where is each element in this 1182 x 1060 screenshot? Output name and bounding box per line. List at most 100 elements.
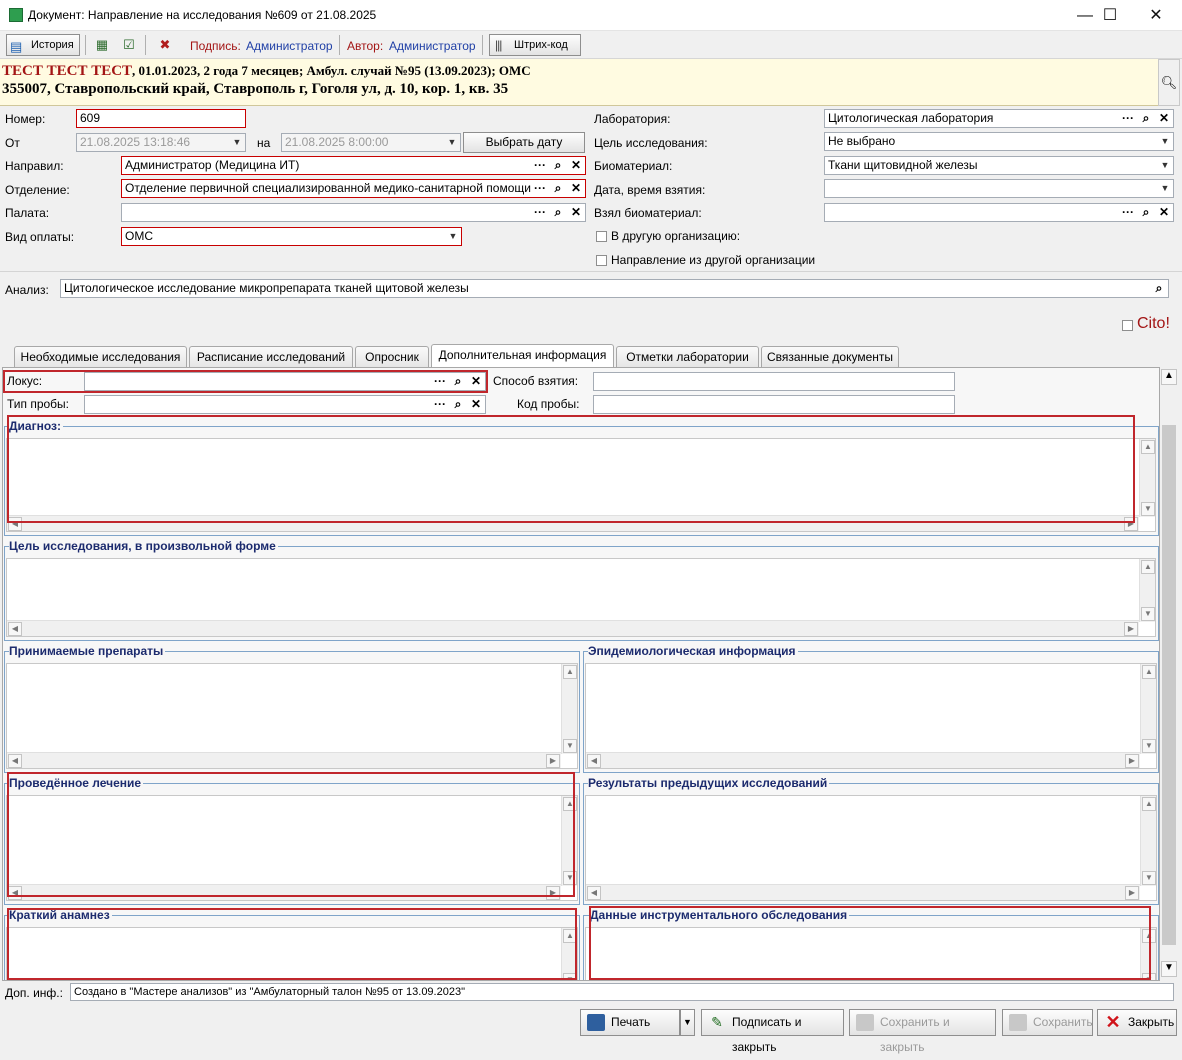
tab-questionnaire[interactable]: Опросник bbox=[355, 346, 429, 367]
scroll-thumb[interactable] bbox=[1162, 425, 1176, 945]
sample-code-input[interactable] bbox=[593, 395, 955, 414]
ellipsis-icon[interactable]: ··· bbox=[1119, 110, 1137, 127]
scroll-left-icon[interactable]: ◀ bbox=[587, 886, 601, 900]
choose-date-button[interactable]: Выбрать дату bbox=[463, 132, 585, 153]
close-window-button[interactable]: ✕ bbox=[1133, 0, 1179, 31]
scroll-left-icon[interactable]: ◀ bbox=[8, 622, 22, 636]
sample-type-input[interactable]: ··· ⌕ ✕ bbox=[84, 395, 486, 414]
tab-required-studies[interactable]: Необходимые исследования bbox=[14, 346, 187, 367]
chevron-down-icon[interactable]: ▼ bbox=[229, 134, 245, 151]
department-input[interactable]: Отделение первичной специализированной м… bbox=[121, 179, 586, 198]
history-button[interactable]: ▤ История bbox=[6, 34, 80, 56]
extra-info-input[interactable]: Создано в "Мастере анализов" из "Амбулат… bbox=[70, 983, 1174, 1001]
scroll-right-icon[interactable]: ▶ bbox=[1124, 622, 1138, 636]
horizontal-scrollbar[interactable]: ◀ ▶ bbox=[7, 620, 1139, 636]
clear-icon[interactable]: ✕ bbox=[1155, 110, 1173, 127]
ellipsis-icon[interactable]: ··· bbox=[1119, 204, 1137, 221]
vertical-scrollbar[interactable]: ▲ ▼ bbox=[1140, 664, 1156, 754]
patient-search-button[interactable]: 🔍︎ bbox=[1158, 59, 1180, 106]
chevron-down-icon[interactable]: ▼ bbox=[445, 228, 461, 245]
scroll-down-icon[interactable]: ▼ bbox=[1142, 871, 1156, 885]
scroll-right-icon[interactable]: ▶ bbox=[1125, 754, 1139, 768]
ellipsis-icon[interactable]: ··· bbox=[531, 204, 549, 221]
clear-icon[interactable]: ✕ bbox=[567, 157, 585, 174]
scroll-up-icon[interactable]: ▲ bbox=[1161, 369, 1177, 385]
sent-by-input[interactable]: Администратор (Медицина ИТ) ··· ⌕ ✕ bbox=[121, 156, 586, 175]
ellipsis-icon[interactable]: ··· bbox=[431, 396, 449, 413]
scroll-down-icon[interactable]: ▼ bbox=[1141, 502, 1155, 516]
search-icon[interactable]: ⌕ bbox=[549, 157, 567, 174]
scroll-left-icon[interactable]: ◀ bbox=[8, 754, 22, 768]
table-icon[interactable]: ▦ bbox=[91, 34, 113, 56]
taken-by-input[interactable]: ··· ⌕ ✕ bbox=[824, 203, 1174, 222]
take-datetime-select[interactable]: ▼ bbox=[824, 179, 1174, 198]
save-button[interactable]: Сохранить bbox=[1002, 1009, 1093, 1036]
method-input[interactable] bbox=[593, 372, 955, 391]
scroll-down-icon[interactable]: ▼ bbox=[1161, 961, 1177, 977]
scroll-up-icon[interactable]: ▲ bbox=[1142, 797, 1156, 811]
tab-additional-info[interactable]: Дополнительная информация bbox=[431, 344, 614, 367]
scroll-right-icon[interactable]: ▶ bbox=[546, 754, 560, 768]
scroll-up-icon[interactable]: ▲ bbox=[1141, 440, 1155, 454]
other-org-checkbox[interactable] bbox=[596, 231, 607, 242]
maximize-button[interactable]: ☐ bbox=[1087, 0, 1133, 31]
scroll-down-icon[interactable]: ▼ bbox=[1141, 607, 1155, 621]
close-button[interactable]: ✕ Закрыть bbox=[1097, 1009, 1177, 1036]
analysis-input[interactable]: Цитологическое исследование микропрепара… bbox=[60, 279, 1169, 298]
save-and-close-button[interactable]: Сохранить и закрыть bbox=[849, 1009, 996, 1054]
drugs-textarea[interactable]: ▲ ▼ ◀ ▶ bbox=[6, 663, 578, 769]
barcode-button[interactable]: ||| Штрих-код bbox=[489, 34, 581, 56]
horizontal-scrollbar[interactable]: ◀ ▶ bbox=[586, 884, 1140, 900]
horizontal-scrollbar[interactable]: ◀ ▶ bbox=[586, 752, 1140, 768]
tab-lab-marks[interactable]: Отметки лаборатории bbox=[616, 346, 759, 367]
goal-free-textarea[interactable]: ▲ ▼ ◀ ▶ bbox=[6, 558, 1156, 637]
clear-icon[interactable]: ✕ bbox=[567, 204, 585, 221]
number-input[interactable]: 609 bbox=[76, 109, 246, 128]
payment-select[interactable]: ОМС ▼ bbox=[121, 227, 462, 246]
lab-input[interactable]: Цитологическая лаборатория ··· ⌕ ✕ bbox=[824, 109, 1174, 128]
scroll-up-icon[interactable]: ▲ bbox=[563, 665, 577, 679]
scroll-right-icon[interactable]: ▶ bbox=[1125, 886, 1139, 900]
scroll-down-icon[interactable]: ▼ bbox=[1142, 739, 1156, 753]
prev-results-textarea[interactable]: ▲ ▼ ◀ ▶ bbox=[585, 795, 1157, 901]
clear-icon[interactable]: ✕ bbox=[567, 180, 585, 197]
scroll-left-icon[interactable]: ◀ bbox=[587, 754, 601, 768]
tab-schedule[interactable]: Расписание исследований bbox=[189, 346, 353, 367]
search-icon[interactable]: ⌕ bbox=[549, 180, 567, 197]
chevron-down-icon[interactable]: ▼ bbox=[444, 134, 460, 151]
sign-and-close-button[interactable]: ✎ Подписать и закрыть bbox=[701, 1009, 844, 1054]
ellipsis-icon[interactable]: ··· bbox=[531, 180, 549, 197]
search-icon[interactable]: ⌕ bbox=[1137, 204, 1155, 221]
delete-document-icon[interactable]: ✖ bbox=[154, 34, 176, 56]
print-button[interactable]: Печать bbox=[580, 1009, 680, 1036]
clear-icon[interactable]: ✕ bbox=[467, 396, 485, 413]
clear-icon[interactable]: ✕ bbox=[1155, 204, 1173, 221]
on-datetime-input[interactable]: 21.08.2025 8:00:00 ▼ bbox=[281, 133, 461, 152]
checklist-icon[interactable]: ☑ bbox=[118, 34, 140, 56]
chevron-down-icon[interactable]: ▼ bbox=[1157, 133, 1173, 150]
panel-scrollbar[interactable]: ▲ ▼ bbox=[1160, 367, 1178, 981]
search-icon[interactable]: ⌕ bbox=[1150, 280, 1168, 297]
epid-textarea[interactable]: ▲ ▼ ◀ ▶ bbox=[585, 663, 1157, 769]
vertical-scrollbar[interactable]: ▲ ▼ bbox=[561, 664, 577, 754]
chevron-down-icon[interactable]: ▼ bbox=[1157, 157, 1173, 174]
scroll-up-icon[interactable]: ▲ bbox=[1142, 665, 1156, 679]
ellipsis-icon[interactable]: ··· bbox=[531, 157, 549, 174]
vertical-scrollbar[interactable]: ▲ ▼ bbox=[1139, 559, 1155, 622]
search-icon[interactable]: ⌕ bbox=[549, 204, 567, 221]
from-other-org-checkbox[interactable] bbox=[596, 255, 607, 266]
scroll-up-icon[interactable]: ▲ bbox=[1141, 560, 1155, 574]
from-datetime-input[interactable]: 21.08.2025 13:18:46 ▼ bbox=[76, 133, 246, 152]
print-dropdown-button[interactable]: ▼ bbox=[680, 1009, 695, 1036]
ward-input[interactable]: ··· ⌕ ✕ bbox=[121, 203, 586, 222]
goal-select[interactable]: Не выбрано ▼ bbox=[824, 132, 1174, 151]
scroll-down-icon[interactable]: ▼ bbox=[563, 739, 577, 753]
chevron-down-icon[interactable]: ▼ bbox=[1157, 180, 1173, 197]
cito-checkbox[interactable] bbox=[1122, 320, 1133, 331]
horizontal-scrollbar[interactable]: ◀ ▶ bbox=[7, 752, 561, 768]
search-icon[interactable]: ⌕ bbox=[449, 396, 467, 413]
vertical-scrollbar[interactable]: ▲ ▼ bbox=[1140, 796, 1156, 886]
search-icon[interactable]: ⌕ bbox=[1137, 110, 1155, 127]
biomaterial-select[interactable]: Ткани щитовидной железы ▼ bbox=[824, 156, 1174, 175]
tab-related-documents[interactable]: Связанные документы bbox=[761, 346, 899, 367]
